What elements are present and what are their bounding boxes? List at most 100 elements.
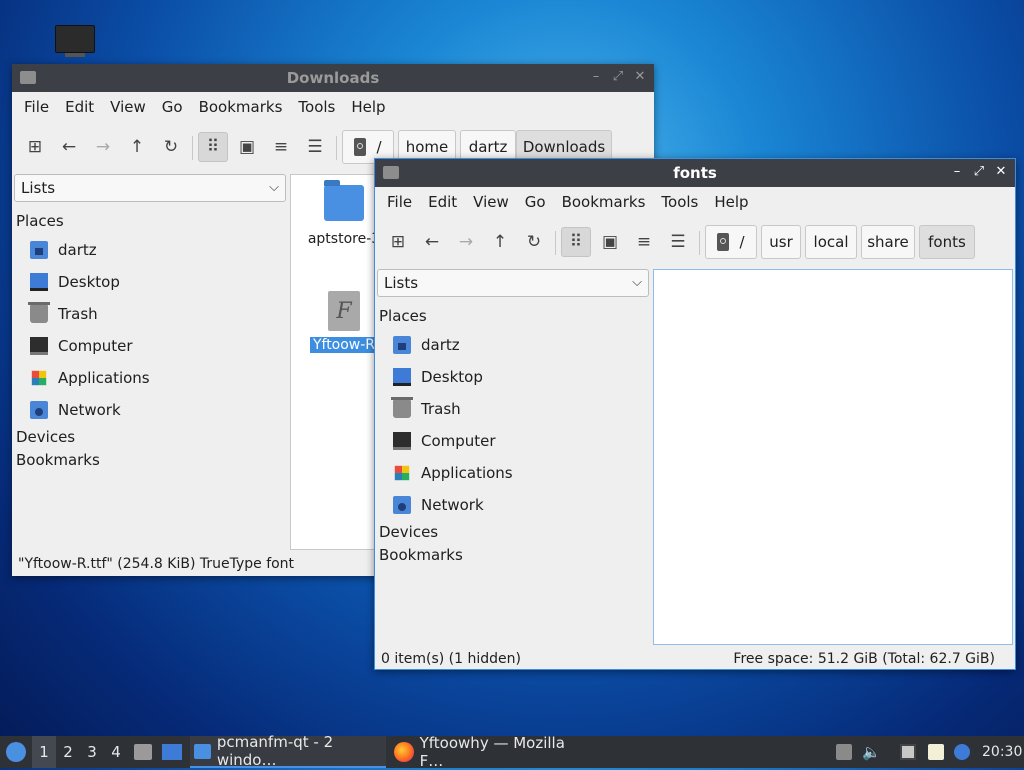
sidebar-item-network[interactable]: Network — [393, 493, 484, 517]
sidebar-item-desktop[interactable]: Desktop — [30, 270, 120, 294]
thumbnail-view-icon[interactable]: ▣ — [232, 132, 262, 162]
task-firefox[interactable]: Yftoowhy — Mozilla F… — [390, 734, 590, 770]
font-file-icon: F — [328, 291, 360, 331]
titlebar[interactable]: Downloads – ⤢ ✕ — [12, 64, 654, 92]
file-manager-launcher-icon[interactable] — [134, 736, 154, 768]
reload-icon[interactable]: ↻ — [156, 132, 186, 162]
workspace-3[interactable]: 3 — [80, 736, 104, 768]
sidebar-item-network[interactable]: Network — [30, 398, 121, 422]
desktop-icon — [30, 273, 48, 291]
home-folder-icon — [30, 241, 48, 259]
menu-help[interactable]: Help — [706, 193, 756, 211]
side-pane-mode-select[interactable]: Lists ⌵ — [377, 269, 649, 297]
forward-arrow-icon[interactable]: → — [451, 227, 481, 257]
computer-icon — [393, 432, 411, 450]
compact-view-icon[interactable]: ≡ — [629, 227, 659, 257]
reload-icon[interactable]: ↻ — [519, 227, 549, 257]
menu-tools[interactable]: Tools — [653, 193, 706, 211]
menu-edit[interactable]: Edit — [420, 193, 465, 211]
up-arrow-icon[interactable]: ↑ — [485, 227, 515, 257]
drive-icon — [354, 138, 367, 156]
menu-go[interactable]: Go — [154, 98, 191, 116]
start-menu-button[interactable] — [4, 736, 28, 768]
network-status-icon[interactable] — [900, 744, 916, 760]
path-root[interactable]: / — [705, 225, 757, 259]
workspace-2[interactable]: 2 — [56, 736, 80, 768]
chevron-down-icon: ⌵ — [269, 180, 279, 195]
detail-view-icon[interactable]: ☰ — [300, 132, 330, 162]
detail-view-icon[interactable]: ☰ — [663, 227, 693, 257]
menu-help[interactable]: Help — [343, 98, 393, 116]
sidebar-item-trash[interactable]: Trash — [28, 302, 98, 326]
sidebar-item-dartz[interactable]: dartz — [30, 238, 97, 262]
volume-icon[interactable]: 🔈 — [862, 736, 882, 768]
places-header[interactable]: Places — [16, 212, 64, 230]
devices-header[interactable]: Devices — [16, 428, 75, 446]
new-tab-icon[interactable]: ⊞ — [20, 132, 50, 162]
desktop-computer-icon[interactable] — [55, 25, 95, 57]
path-local[interactable]: local — [805, 225, 857, 259]
maximize-button[interactable]: ⤢ — [971, 163, 987, 181]
status-bar: 0 item(s) (1 hidden) Free space: 51.2 Gi… — [381, 647, 995, 671]
sidebar-item-computer[interactable]: Computer — [393, 429, 496, 453]
show-desktop-icon[interactable] — [162, 736, 184, 768]
drive-icon — [717, 233, 730, 251]
places-header[interactable]: Places — [379, 307, 427, 325]
notification-icon[interactable] — [954, 744, 970, 760]
path-share[interactable]: share — [861, 225, 915, 259]
close-button[interactable]: ✕ — [632, 68, 648, 86]
fonts-window: fonts – ⤢ ✕ File Edit View Go Bookmarks … — [374, 158, 1016, 670]
forward-arrow-icon[interactable]: → — [88, 132, 118, 162]
menu-file[interactable]: File — [379, 193, 420, 211]
applications-icon — [394, 465, 410, 481]
window-title: Downloads — [286, 69, 380, 87]
menu-view[interactable]: View — [465, 193, 517, 211]
menu-bookmarks[interactable]: Bookmarks — [191, 98, 291, 116]
sidebar-item-applications[interactable]: Applications — [393, 461, 513, 485]
new-tab-icon[interactable]: ⊞ — [383, 227, 413, 257]
devices-header[interactable]: Devices — [379, 523, 438, 541]
icon-view-icon[interactable]: ⠿ — [198, 132, 228, 162]
file-view[interactable] — [653, 269, 1013, 645]
bookmarks-header[interactable]: Bookmarks — [379, 546, 463, 564]
clock[interactable]: 20:30 — [982, 736, 1022, 768]
titlebar[interactable]: fonts – ⤢ ✕ — [375, 159, 1015, 187]
taskbar: 1 2 3 4 pcmanfm-qt - 2 windo… Yftoowhy —… — [0, 733, 1024, 770]
task-pcmanfm[interactable]: pcmanfm-qt - 2 windo… — [190, 733, 386, 769]
sidebar-item-applications[interactable]: Applications — [30, 366, 150, 390]
menu-file[interactable]: File — [16, 98, 57, 116]
firefox-icon — [394, 742, 414, 762]
icon-view-icon[interactable]: ⠿ — [561, 227, 591, 257]
desktop-icon — [393, 368, 411, 386]
clipboard-icon[interactable] — [928, 744, 944, 760]
sidebar-item-computer[interactable]: Computer — [30, 334, 133, 358]
window-title: fonts — [673, 164, 717, 182]
sidebar-item-trash[interactable]: Trash — [391, 397, 461, 421]
side-pane-mode-select[interactable]: Lists ⌵ — [14, 174, 286, 202]
back-arrow-icon[interactable]: ← — [54, 132, 84, 162]
network-icon — [393, 496, 411, 514]
menu-edit[interactable]: Edit — [57, 98, 102, 116]
sidebar-item-dartz[interactable]: dartz — [393, 333, 460, 357]
minimize-button[interactable]: – — [588, 68, 604, 86]
menu-go[interactable]: Go — [517, 193, 554, 211]
menu-bookmarks[interactable]: Bookmarks — [554, 193, 654, 211]
places-sidebar: Places dartz Desktop Trash Computer Appl… — [14, 210, 286, 550]
compact-view-icon[interactable]: ≡ — [266, 132, 296, 162]
menubar: File Edit View Go Bookmarks Tools Help — [375, 187, 1015, 217]
workspace-1[interactable]: 1 — [32, 736, 56, 768]
menu-view[interactable]: View — [102, 98, 154, 116]
thumbnail-view-icon[interactable]: ▣ — [595, 227, 625, 257]
path-usr[interactable]: usr — [761, 225, 801, 259]
back-arrow-icon[interactable]: ← — [417, 227, 447, 257]
maximize-button[interactable]: ⤢ — [610, 68, 626, 86]
workspace-4[interactable]: 4 — [104, 736, 128, 768]
sidebar-item-desktop[interactable]: Desktop — [393, 365, 483, 389]
up-arrow-icon[interactable]: ↑ — [122, 132, 152, 162]
bookmarks-header[interactable]: Bookmarks — [16, 451, 100, 469]
path-fonts[interactable]: fonts — [919, 225, 975, 259]
menu-tools[interactable]: Tools — [290, 98, 343, 116]
minimize-button[interactable]: – — [949, 163, 965, 181]
updates-icon[interactable] — [836, 744, 852, 760]
close-button[interactable]: ✕ — [993, 163, 1009, 181]
